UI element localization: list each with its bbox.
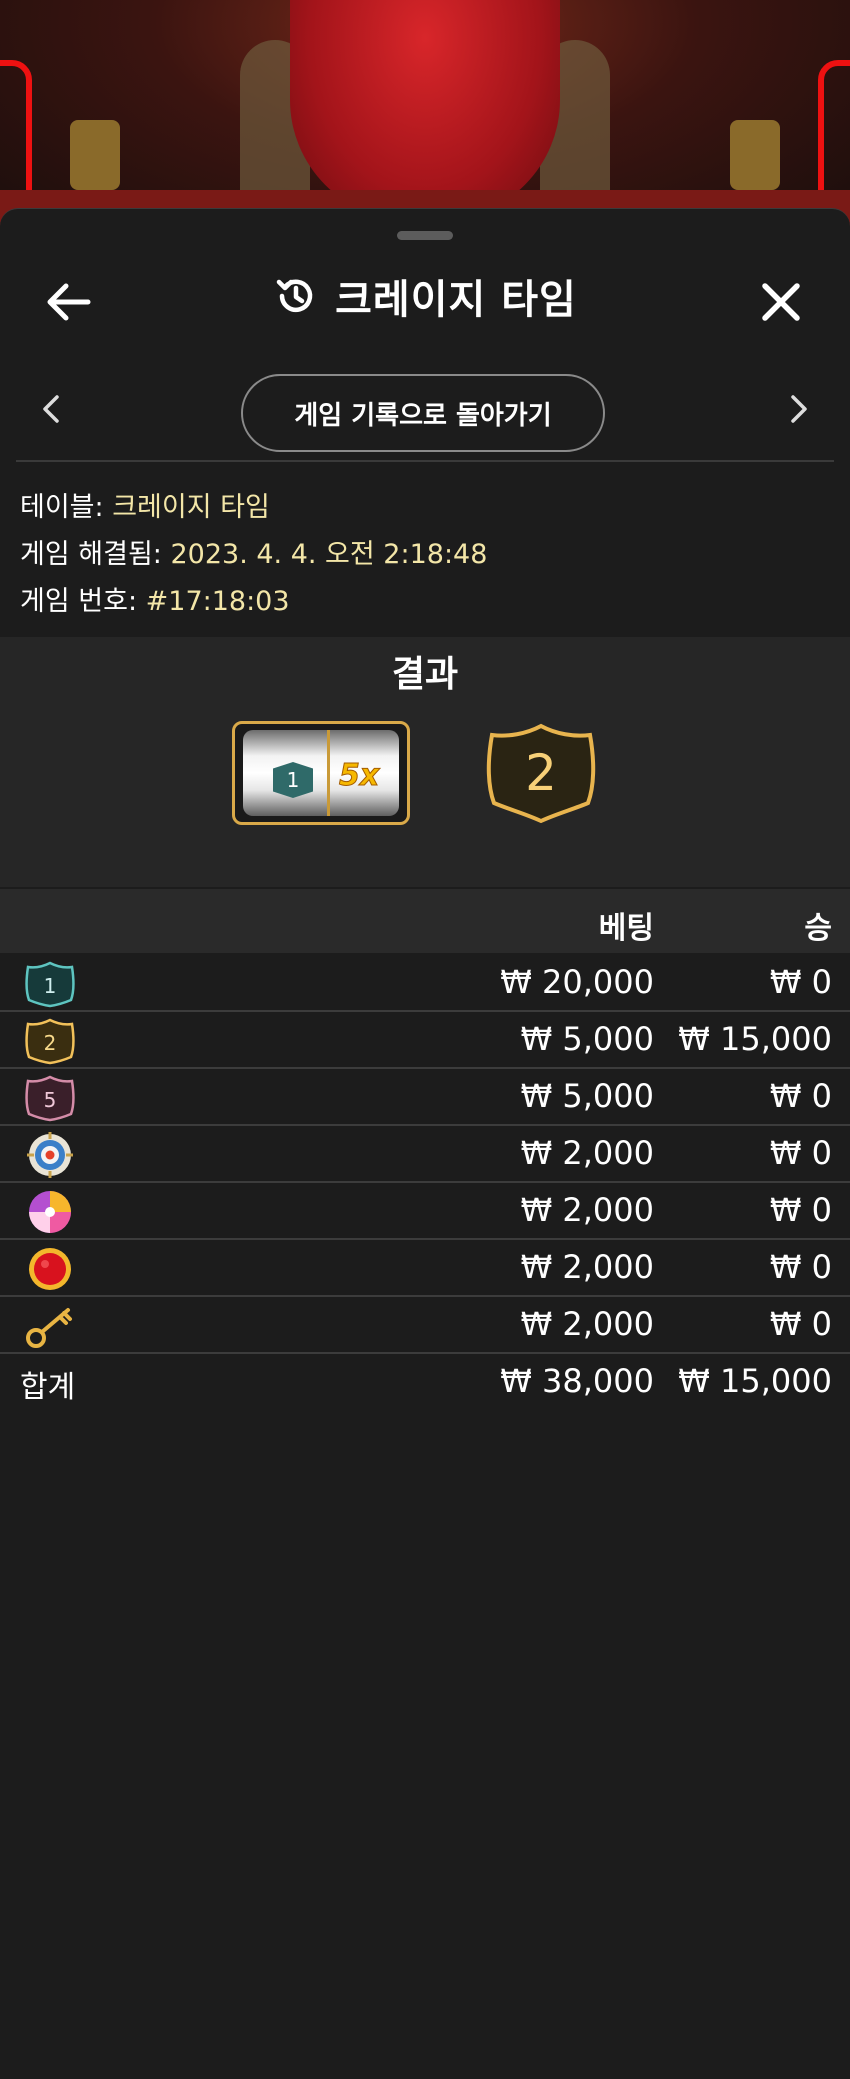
- previous-game-button[interactable]: [26, 384, 76, 434]
- badge-label: 1: [44, 974, 57, 998]
- total-row: 합계 ₩ 38,000 ₩ 15,000: [0, 1354, 850, 1411]
- page-title: 크레이지 타임: [335, 277, 577, 323]
- win-amount: ₩ 0: [769, 963, 832, 1001]
- table-label: 테이블:: [20, 492, 104, 523]
- bet-amount: ₩ 2,000: [520, 1134, 654, 1172]
- total-label: 합계: [20, 1370, 76, 1405]
- bet-amount: ₩ 5,000: [520, 1020, 654, 1058]
- bet-amount: ₩ 5,000: [520, 1077, 654, 1115]
- win-amount: ₩ 15,000: [678, 1020, 832, 1058]
- win-amount: ₩ 0: [769, 1305, 832, 1343]
- bet-amount: ₩ 2,000: [520, 1305, 654, 1343]
- slot-multiplier: 5x: [338, 758, 380, 794]
- dealer: [290, 0, 560, 220]
- table-row: ₩ 2,000 ₩ 0: [0, 1126, 850, 1183]
- table-ornament: [730, 120, 780, 190]
- resolved-info: 게임 해결됨: 2023. 4. 4. 오전 2:18:48: [20, 532, 487, 571]
- history-icon: [276, 279, 313, 313]
- total-bet: ₩ 38,000: [500, 1362, 654, 1400]
- result-title: 결과: [391, 654, 459, 695]
- next-game-button[interactable]: [774, 384, 824, 434]
- bet-amount: ₩ 2,000: [520, 1248, 654, 1286]
- badge-label: 5: [44, 1088, 57, 1112]
- column-header-win: 승: [804, 911, 832, 946]
- win-amount: ₩ 0: [769, 1077, 832, 1115]
- slot-separator: [327, 730, 330, 816]
- game-number-info: 게임 번호: #17:18:03: [20, 579, 290, 618]
- table-row: ₩ 2,000 ₩ 0: [0, 1183, 850, 1240]
- total-win: ₩ 15,000: [678, 1362, 832, 1400]
- number-2-badge-icon: 2: [25, 1018, 75, 1065]
- table-info: 테이블: 크레이지 타임: [20, 485, 270, 524]
- game-number-value: #17:18:03: [145, 586, 290, 617]
- table-row: ₩ 2,000 ₩ 0: [0, 1297, 850, 1354]
- game-history-sheet: 크레이지 타임 게임 기록으로 돌아가기 테이블: 크레이지 타임 게임 해결됨…: [0, 208, 850, 2079]
- slot-segment-badge: 1: [273, 762, 313, 798]
- bet-amount: ₩ 2,000: [520, 1191, 654, 1229]
- number-1-badge-icon: 1: [25, 961, 75, 1008]
- resolved-value: 2023. 4. 4. 오전 2:18:48: [170, 539, 488, 570]
- resolved-label: 게임 해결됨:: [20, 539, 162, 570]
- chevron-right-icon: [791, 395, 807, 423]
- game-number-label: 게임 번호:: [20, 586, 138, 617]
- coin-flip-target-icon: [27, 1132, 73, 1178]
- win-amount: ₩ 0: [769, 1191, 832, 1229]
- table-row: ₩ 2,000 ₩ 0: [0, 1240, 850, 1297]
- cash-hunt-key-icon: [26, 1308, 72, 1348]
- slot-drum: 1 5x: [243, 730, 399, 816]
- chevron-left-icon: [43, 395, 59, 423]
- bets-table-header: 베팅 승: [0, 889, 850, 953]
- table-row: 1 ₩ 20,000 ₩ 0: [0, 955, 850, 1012]
- drag-handle[interactable]: [397, 231, 453, 240]
- crazy-time-red-dot-icon: [29, 1248, 71, 1290]
- table-row: 5 ₩ 5,000 ₩ 0: [0, 1069, 850, 1126]
- badge-label: 2: [44, 1031, 57, 1055]
- win-amount: ₩ 0: [769, 1248, 832, 1286]
- wheel-result-value: 2: [525, 744, 557, 802]
- table-row: 2 ₩ 5,000 ₩ 15,000: [0, 1012, 850, 1069]
- divider: [16, 460, 834, 462]
- number-5-badge-icon: 5: [25, 1075, 75, 1122]
- table-value: 크레이지 타임: [112, 492, 270, 523]
- pachinko-candy-icon: [29, 1191, 71, 1233]
- close-button[interactable]: [746, 267, 816, 337]
- header-title-group: 크레이지 타임: [0, 261, 850, 331]
- back-to-history-button[interactable]: 게임 기록으로 돌아가기: [241, 374, 605, 452]
- table-ornament: [70, 120, 120, 190]
- column-header-bet: 베팅: [598, 911, 654, 946]
- game-navigation: 게임 기록으로 돌아가기: [0, 364, 850, 454]
- top-slot: 1 5x: [232, 721, 410, 825]
- close-icon: [762, 283, 800, 321]
- live-video-background: [0, 0, 850, 230]
- win-amount: ₩ 0: [769, 1134, 832, 1172]
- wheel-result-badge: 2: [484, 723, 598, 823]
- bet-amount: ₩ 20,000: [500, 963, 654, 1001]
